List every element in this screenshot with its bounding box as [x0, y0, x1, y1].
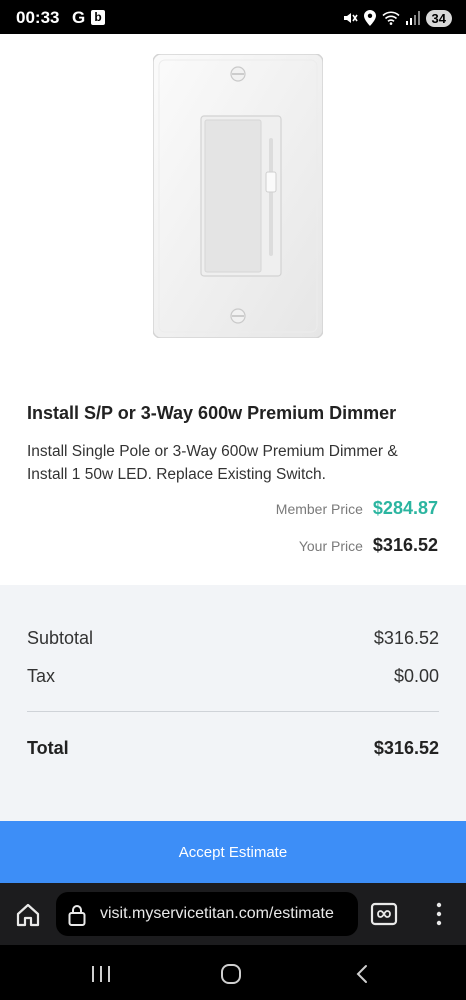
subtotal-label: Subtotal: [27, 628, 94, 648]
total-label: Total: [27, 738, 69, 758]
url-text: visit.myservicetitan.com/estimate: [100, 905, 334, 922]
home-nav-icon[interactable]: [220, 963, 242, 985]
system-nav-bar: [0, 945, 466, 1000]
google-icon: G: [72, 8, 86, 27]
summary-divider: [27, 711, 439, 712]
tabs-icon[interactable]: [370, 901, 398, 927]
accept-estimate-button[interactable]: Accept Estimate: [0, 821, 466, 883]
location-icon: [363, 10, 376, 26]
lock-icon: [68, 905, 86, 926]
item-description: Install Single Pole or 3-Way 600w Premiu…: [27, 443, 398, 483]
member-price-label: Member Price: [275, 501, 363, 517]
recent-apps-icon[interactable]: [90, 965, 112, 983]
your-price-label: Your Price: [298, 538, 363, 554]
tax-row: Tax $0.00: [27, 666, 439, 687]
status-icons: 34: [342, 8, 452, 28]
b-app-icon: b: [91, 10, 105, 25]
home-icon[interactable]: [14, 901, 42, 929]
wifi-icon: [381, 11, 400, 25]
browser-toolbar: visit.myservicetitan.com/estimate: [0, 883, 466, 945]
status-bar: 00:33 G b 34: [0, 0, 466, 34]
back-icon[interactable]: [354, 964, 370, 984]
dimmer-product-image: [153, 54, 323, 338]
subtotal-value: $316.52: [373, 628, 439, 648]
mute-icon: [343, 13, 358, 23]
total-value: $316.52: [373, 738, 439, 758]
tax-label: Tax: [27, 666, 56, 686]
total-row: Total $316.52: [27, 738, 439, 759]
member-price-row: Member Price $284.87: [276, 498, 438, 519]
your-price-value: $316.52: [372, 535, 438, 555]
tax-value: $0.00: [393, 666, 439, 686]
your-price-row: Your Price $316.52: [299, 535, 438, 556]
battery-icon: 34: [425, 9, 452, 27]
more-options-icon[interactable]: [430, 901, 448, 927]
subtotal-row: Subtotal $316.52: [27, 628, 439, 649]
member-price-value: $284.87: [372, 498, 438, 518]
address-bar[interactable]: visit.myservicetitan.com/estimate: [56, 892, 358, 936]
status-time: 00:33: [16, 8, 60, 27]
item-title: Install S/P or 3-Way 600w Premium Dimmer: [27, 403, 397, 423]
signal-icon: [405, 11, 420, 25]
accept-estimate-label: Accept Estimate: [178, 844, 288, 861]
